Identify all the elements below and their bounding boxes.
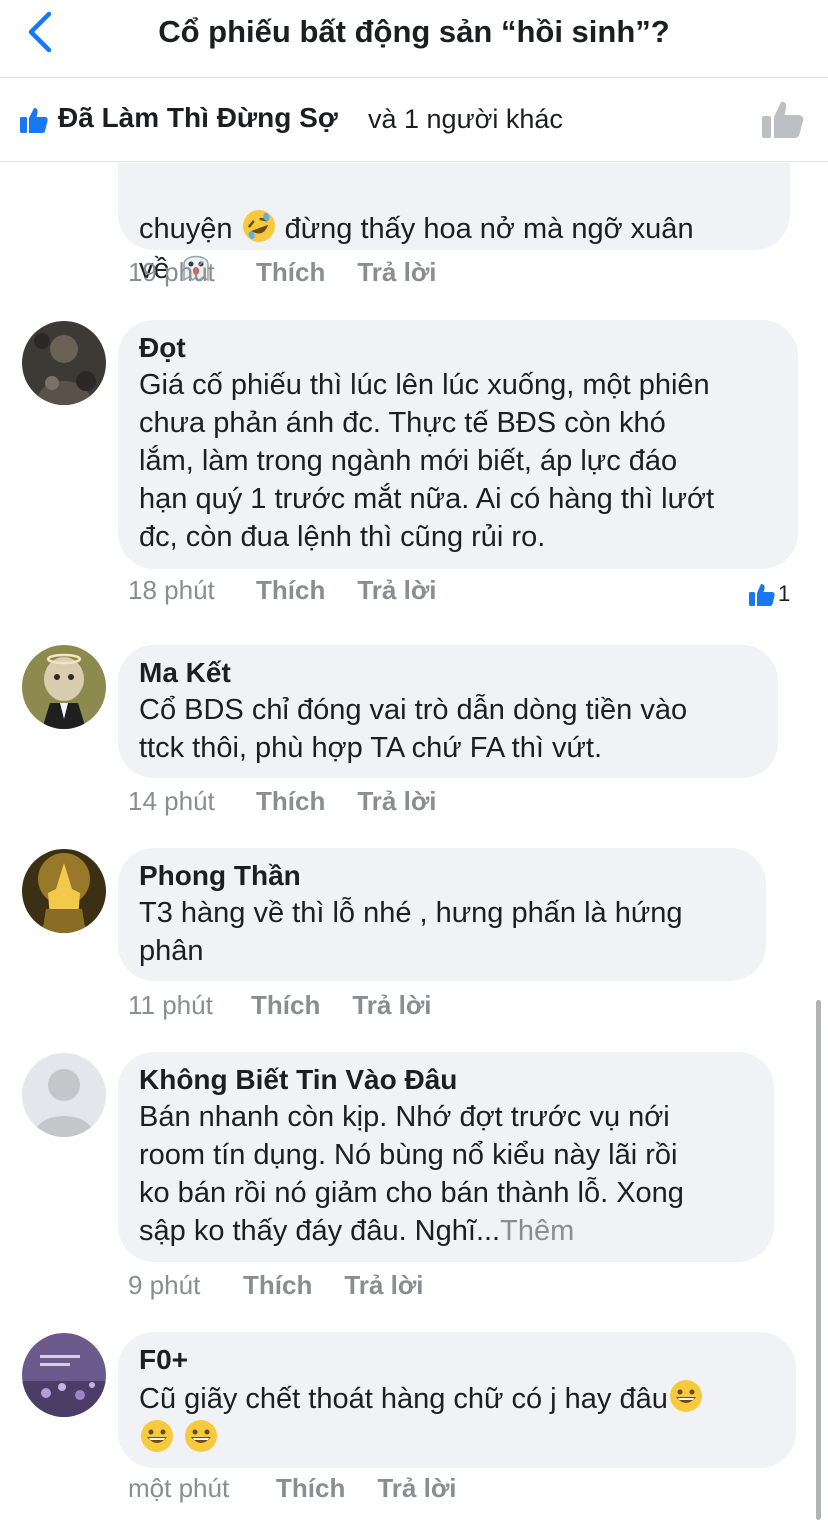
comment-text: T3 hàng về thì lỗ nhé , hưng phấn là hứn…: [139, 897, 683, 967]
page-title: Cổ phiếu bất động sản “hồi sinh”?: [158, 14, 670, 49]
comment-time: 19 phút: [128, 257, 215, 287]
avatar[interactable]: [22, 321, 106, 405]
comment-bubble[interactable]: chuyện đừng thấy hoa nở mà ngỡ xuân về: [118, 163, 790, 285]
comment-meta: một phút Thích Trả lời: [128, 1473, 489, 1504]
like-badge-icon: [18, 104, 50, 141]
see-more-link[interactable]: Thêm: [500, 1215, 574, 1247]
grinning-emoji-icon: [185, 1420, 218, 1452]
commenter-name[interactable]: Không Biết Tin Vào Đâu: [139, 1062, 752, 1098]
first-liker-name[interactable]: Đã Làm Thì Đừng Sợ: [58, 102, 338, 134]
like-comment-button[interactable]: Thích: [243, 1270, 312, 1301]
grinning-emoji-icon: [141, 1420, 173, 1452]
avatar[interactable]: [22, 1333, 106, 1417]
like-post-button[interactable]: [758, 94, 808, 144]
comment-time: 18 phút: [128, 575, 215, 605]
comment-time: 9 phút: [128, 1270, 201, 1300]
avatar[interactable]: [22, 849, 106, 933]
comment-time: 14 phút: [128, 786, 215, 816]
comment-bubble[interactable]: Đọt Giá cố phiếu thì lúc lên lúc xuống, …: [118, 320, 798, 569]
comment-text: Giá cố phiếu thì lúc lên lúc xuống, một …: [139, 369, 715, 553]
commenter-name[interactable]: Phong Thần: [139, 858, 744, 894]
comment-bubble[interactable]: Ma Kết Cổ BDS chỉ đóng vai trò dẫn dòng …: [118, 645, 778, 778]
commenter-name[interactable]: Đọt: [139, 330, 776, 366]
avatar[interactable]: [22, 645, 106, 729]
reply-button[interactable]: Trả lời: [377, 1473, 456, 1504]
comment-time: 11 phút: [128, 990, 213, 1020]
default-avatar[interactable]: [22, 1053, 106, 1137]
commenter-name[interactable]: F0+: [139, 1342, 774, 1378]
reaction-count[interactable]: 1: [748, 581, 790, 607]
comment-text: Bán nhanh còn kịp. Nhớ đợt trước vụ nới …: [139, 1101, 684, 1247]
reaction-number: 1: [778, 581, 791, 606]
comment-time: một phút: [128, 1473, 230, 1503]
comment-bubble[interactable]: Không Biết Tin Vào Đâu Bán nhanh còn kịp…: [118, 1052, 774, 1262]
reply-button[interactable]: Trả lời: [357, 575, 436, 606]
comment-bubble[interactable]: Phong Thần T3 hàng về thì lỗ nhé , hưng …: [118, 848, 766, 981]
like-comment-button[interactable]: Thích: [256, 575, 325, 606]
like-comment-button[interactable]: Thích: [276, 1473, 345, 1504]
comment-list[interactable]: chuyện đừng thấy hoa nở mà ngỡ xuân về 19…: [0, 163, 828, 1526]
like-comment-button[interactable]: Thích: [256, 786, 325, 817]
comment-meta: 18 phút Thích Trả lời: [128, 575, 469, 606]
comment-meta: 14 phút Thích Trả lời: [128, 786, 469, 817]
header-bar: Cổ phiếu bất động sản “hồi sinh”?: [0, 0, 828, 78]
comment-bubble[interactable]: F0+ Cũ giãy chết thoát hàng chữ có j hay…: [118, 1332, 796, 1468]
reply-button[interactable]: Trả lời: [357, 257, 436, 288]
reply-button[interactable]: Trả lời: [352, 990, 431, 1021]
comment-text: Cũ giãy chết thoát hàng chữ có j hay đâu: [139, 1378, 774, 1458]
scrollbar[interactable]: [816, 1000, 821, 1520]
reply-button[interactable]: Trả lời: [357, 786, 436, 817]
comment-meta: 11 phút Thích Trả lời: [128, 990, 464, 1021]
likes-summary[interactable]: Đã Làm Thì Đừng Sợ và 1 người khác: [0, 78, 828, 162]
like-reaction-icon: [749, 584, 775, 606]
thumbs-up-icon: [762, 101, 804, 138]
comment-text: Cổ BDS chỉ đóng vai trò dẫn dòng tiền và…: [139, 694, 688, 764]
grinning-emoji-icon: [669, 1380, 702, 1412]
rofl-emoji-icon: [242, 210, 275, 242]
reply-button[interactable]: Trả lời: [344, 1270, 423, 1301]
like-comment-button[interactable]: Thích: [251, 990, 320, 1021]
commenter-name[interactable]: Ma Kết: [139, 655, 756, 691]
comment-meta: 9 phút Thích Trả lời: [128, 1270, 456, 1301]
like-comment-button[interactable]: Thích: [256, 257, 325, 288]
other-likers-text[interactable]: và 1 người khác: [368, 104, 563, 135]
comment-meta: 19 phút Thích Trả lời: [128, 257, 469, 288]
